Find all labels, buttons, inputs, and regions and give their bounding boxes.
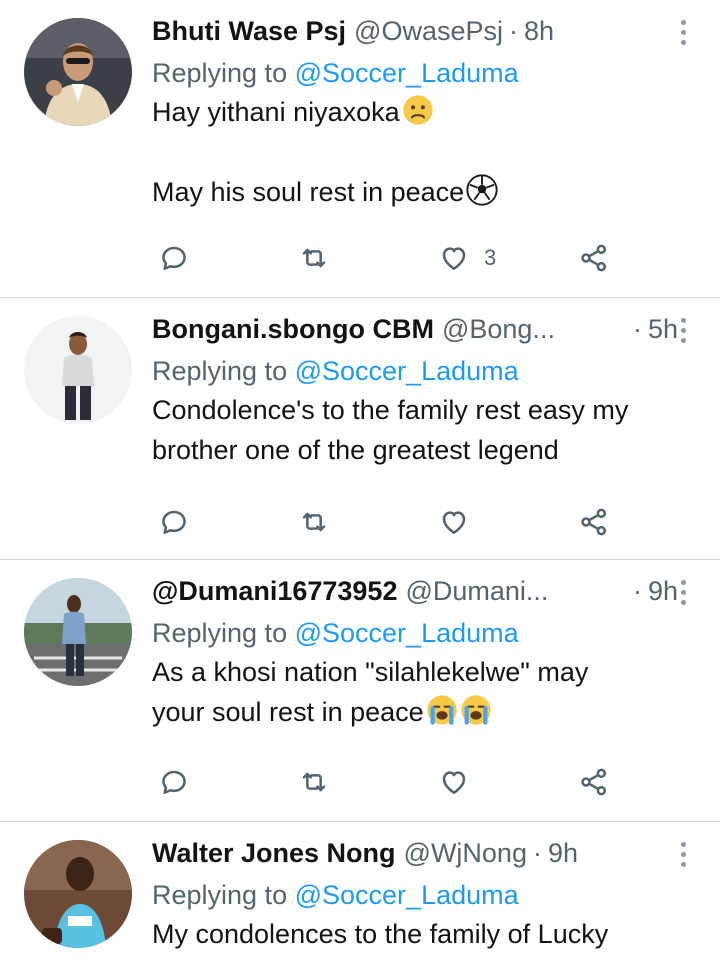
- timestamp[interactable]: 5h: [648, 314, 678, 345]
- timestamp[interactable]: 9h: [648, 576, 678, 607]
- timestamp[interactable]: 9h: [548, 838, 578, 869]
- display-name[interactable]: Walter Jones Nong: [152, 838, 396, 869]
- tweet-line: brother one of the greatest legend: [152, 435, 559, 465]
- replying-to-label: Replying to: [152, 356, 288, 386]
- tweet[interactable]: Bhuti Wase Psj @OwasePsj · 8h Replying t…: [0, 0, 720, 298]
- replying-to-label: Replying to: [152, 880, 288, 910]
- user-handle[interactable]: @OwasePsj: [354, 16, 503, 47]
- user-handle[interactable]: @Bong...: [442, 314, 555, 345]
- loudly-crying-face-emoji: [426, 694, 458, 726]
- soccer-ball-emoji: [466, 174, 498, 206]
- like-count: 3: [484, 245, 497, 270]
- share-button[interactable]: [578, 762, 610, 802]
- tweet[interactable]: @Dumani16773952 @Dumani... · 9h Replying…: [0, 560, 720, 822]
- retweet-button[interactable]: [298, 502, 330, 542]
- heart-icon: [438, 766, 470, 798]
- share-icon: [578, 506, 610, 538]
- display-name[interactable]: @Dumani16773952: [152, 576, 397, 607]
- more-options-icon[interactable]: [678, 318, 688, 348]
- separator-dot: ·: [632, 576, 642, 606]
- mention-link[interactable]: @Soccer_Laduma: [295, 618, 519, 648]
- tweet-text: Condolence's to the family rest easy my …: [152, 390, 692, 470]
- avatar[interactable]: [24, 840, 132, 948]
- tweet[interactable]: Bongani.sbongo CBM @Bong... · 5h Replyin…: [0, 298, 720, 560]
- reply-button[interactable]: [158, 502, 190, 542]
- replying-to: Replying to @Soccer_Laduma: [152, 54, 692, 92]
- action-bar: 3: [152, 238, 622, 278]
- replying-to: Replying to @Soccer_Laduma: [152, 352, 692, 390]
- reply-button[interactable]: [158, 762, 190, 802]
- replying-to: Replying to @Soccer_Laduma: [152, 876, 692, 914]
- avatar[interactable]: [24, 578, 132, 686]
- retweet-icon: [298, 766, 330, 798]
- share-icon: [578, 242, 610, 274]
- heart-icon: [438, 242, 470, 274]
- reply-icon: [158, 766, 190, 798]
- share-button[interactable]: [578, 238, 610, 278]
- like-button[interactable]: 3: [438, 238, 496, 278]
- replying-to-label: Replying to: [152, 58, 288, 88]
- retweet-icon: [298, 506, 330, 538]
- action-bar: [152, 502, 622, 542]
- display-name[interactable]: Bhuti Wase Psj: [152, 16, 346, 47]
- tweet-line: May his soul rest in peace: [152, 177, 465, 207]
- replying-to: Replying to @Soccer_Laduma: [152, 614, 692, 652]
- tweet[interactable]: Walter Jones Nong @WjNong · 9h Replying …: [0, 822, 720, 966]
- reply-icon: [158, 242, 190, 274]
- more-options-icon[interactable]: [678, 580, 688, 610]
- tweet-text: As a khosi nation "silahlekelwe" may you…: [152, 652, 692, 732]
- action-bar: [152, 762, 622, 802]
- mention-link[interactable]: @Soccer_Laduma: [295, 58, 519, 88]
- retweet-icon: [298, 242, 330, 274]
- mention-link[interactable]: @Soccer_Laduma: [295, 356, 519, 386]
- more-options-icon[interactable]: [678, 20, 688, 50]
- like-button[interactable]: [438, 762, 470, 802]
- avatar[interactable]: [24, 18, 132, 126]
- user-handle[interactable]: @WjNong: [404, 838, 527, 869]
- loudly-crying-face-emoji: [460, 694, 492, 726]
- share-button[interactable]: [578, 502, 610, 542]
- separator-dot: ·: [509, 16, 518, 46]
- replying-to-label: Replying to: [152, 618, 288, 648]
- reply-icon: [158, 506, 190, 538]
- tweet-line: As a khosi nation "silahlekelwe" may: [152, 657, 589, 687]
- reply-button[interactable]: [158, 238, 190, 278]
- more-options-icon[interactable]: [678, 842, 688, 872]
- tweet-line: My condolences to the family of Lucky: [152, 919, 609, 949]
- mention-link[interactable]: @Soccer_Laduma: [295, 880, 519, 910]
- user-handle[interactable]: @Dumani...: [405, 576, 548, 607]
- heart-icon: [438, 506, 470, 538]
- retweet-button[interactable]: [298, 762, 330, 802]
- retweet-button[interactable]: [298, 238, 330, 278]
- tweet-text: Hay yithani niyaxoka May his soul rest i…: [152, 92, 692, 212]
- separator-dot: ·: [532, 838, 542, 868]
- timestamp[interactable]: 8h: [524, 16, 554, 47]
- separator-dot: ·: [632, 314, 642, 344]
- tweet-text: My condolences to the family of Lucky: [152, 914, 692, 954]
- share-icon: [578, 766, 610, 798]
- like-button[interactable]: [438, 502, 470, 542]
- display-name[interactable]: Bongani.sbongo CBM: [152, 314, 434, 345]
- tweet-line: your soul rest in peace: [152, 697, 424, 727]
- tweet-line: Hay yithani niyaxoka: [152, 97, 400, 127]
- avatar[interactable]: [24, 316, 132, 424]
- tweet-line: Condolence's to the family rest easy my: [152, 395, 629, 425]
- frowning-face-emoji: [402, 94, 434, 126]
